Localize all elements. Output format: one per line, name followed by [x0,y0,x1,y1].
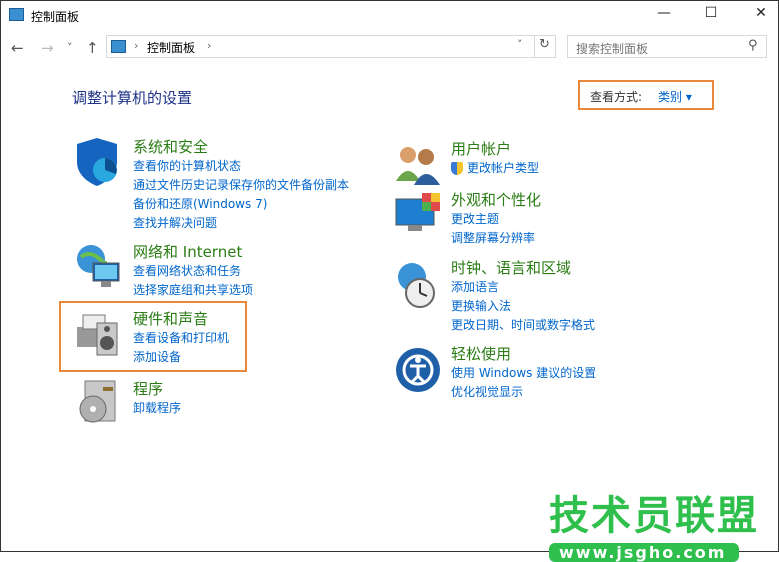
link[interactable]: 更改主题 [451,210,541,229]
shield-icon [77,138,117,186]
category-title[interactable]: 用户帐户 [451,139,539,159]
category-hardware-sound: 硬件和声音 查看设备和打印机 添加设备 [133,309,229,367]
category-appearance: 外观和个性化 更改主题 调整屏幕分辨率 [451,190,541,248]
category-title[interactable]: 外观和个性化 [451,190,541,210]
up-button[interactable]: ↑ [86,39,99,57]
uac-shield-icon [451,162,463,175]
category-title[interactable]: 硬件和声音 [133,309,229,329]
network-globe-icon [77,245,120,287]
refresh-icon[interactable]: ↻ [539,37,550,52]
search-input[interactable]: 搜索控制面板 ⚲ [567,35,767,58]
search-placeholder: 搜索控制面板 [576,42,649,56]
category-programs: 程序 卸载程序 [133,379,181,418]
view-by-dropdown[interactable]: 类别 ▾ [658,88,692,105]
watermark-url: www.jsgho.com [549,543,739,562]
clock-globe-icon [398,263,435,308]
address-bar[interactable]: › 控制面板 › ˅ ↻ [106,35,556,58]
link[interactable]: 更改日期、时间或数字格式 [451,316,595,335]
category-title[interactable]: 轻松使用 [451,344,596,364]
category-title[interactable]: 网络和 Internet [133,242,253,262]
link[interactable]: 添加语言 [451,278,595,297]
title-bar: 控制面板 — ☐ ✕ [1,1,779,31]
link-label[interactable]: 更改帐户类型 [467,161,539,175]
control-panel-icon [9,8,24,21]
category-title[interactable]: 系统和安全 [133,137,349,157]
user-accounts-icon [396,147,440,185]
view-by-highlight: 查看方式: 类别 ▾ [578,80,714,110]
link[interactable]: 查看你的计算机状态 [133,157,349,176]
close-button[interactable]: ✕ [746,5,776,21]
link[interactable]: 查找并解决问题 [133,214,349,233]
category-system-security: 系统和安全 查看你的计算机状态 通过文件历史记录保存你的文件备份副本 备份和还原… [133,137,349,233]
search-icon[interactable]: ⚲ [748,38,758,53]
category-user-accounts: 用户帐户 更改帐户类型 [451,139,539,178]
breadcrumb-control-panel[interactable]: 控制面板 [147,39,195,56]
link[interactable]: 查看网络状态和任务 [133,262,253,281]
printer-speaker-icon [77,314,118,356]
breadcrumb-separator[interactable]: › [207,39,211,52]
window-title: 控制面板 [31,10,80,24]
link[interactable]: 更改帐户类型 [451,159,539,178]
link[interactable]: 查看设备和打印机 [133,329,229,348]
minimize-button[interactable]: — [649,5,679,21]
view-by-label: 查看方式: [590,90,643,104]
recent-locations-button[interactable]: ˅ [67,41,73,54]
link[interactable]: 卸载程序 [133,399,181,418]
programs-icon [79,380,116,423]
watermark: 技术员联盟 www.jsgho.com [549,483,759,562]
link[interactable]: 调整屏幕分辨率 [451,229,541,248]
link[interactable]: 通过文件历史记录保存你的文件备份副本 [133,176,349,195]
link[interactable]: 备份和还原(Windows 7) [133,195,349,214]
link[interactable]: 优化视觉显示 [451,383,596,402]
category-title[interactable]: 时钟、语言和区域 [451,258,595,278]
ease-of-access-icon [396,348,440,392]
category-title[interactable]: 程序 [133,379,181,399]
forward-button[interactable]: → [41,39,54,57]
link[interactable]: 更换输入法 [451,297,595,316]
control-panel-icon [111,40,126,53]
divider [534,36,535,57]
watermark-name: 技术员联盟 [549,493,759,539]
link[interactable]: 使用 Windows 建议的设置 [451,364,596,383]
category-ease-of-access: 轻松使用 使用 Windows 建议的设置 优化视觉显示 [451,344,596,402]
back-button[interactable]: ← [11,39,24,57]
address-dropdown-icon[interactable]: ˅ [517,38,523,51]
maximize-button[interactable]: ☐ [696,5,726,21]
link[interactable]: 添加设备 [133,348,229,367]
category-clock-language-region: 时钟、语言和区域 添加语言 更换输入法 更改日期、时间或数字格式 [451,258,595,335]
page-title: 调整计算机的设置 [72,89,193,107]
category-network-internet: 网络和 Internet 查看网络状态和任务 选择家庭组和共享选项 [133,242,253,300]
link[interactable]: 选择家庭组和共享选项 [133,281,253,300]
breadcrumb-separator[interactable]: › [134,39,138,52]
appearance-icon [395,193,440,231]
